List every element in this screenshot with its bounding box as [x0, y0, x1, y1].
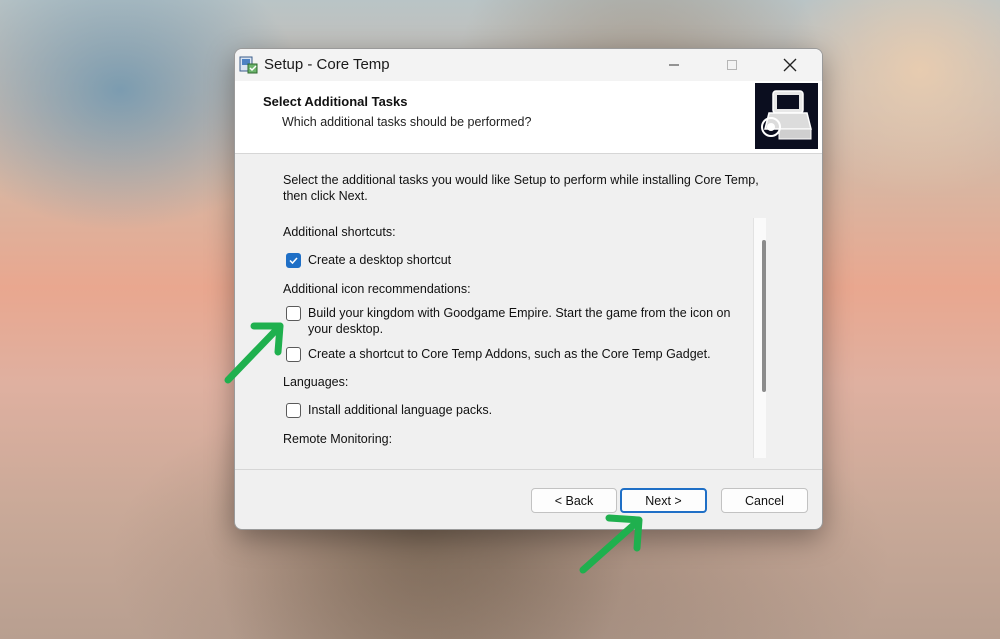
wizard-footer: < Back Next > Cancel [235, 469, 822, 529]
close-icon [783, 58, 797, 72]
setup-wizard-image [755, 83, 818, 149]
desktop-shortcut-checkbox[interactable] [286, 253, 301, 268]
task-label: Create a desktop shortcut [308, 253, 452, 267]
task-label: Create a shortcut to Core Temp Addons, s… [308, 347, 711, 361]
goodgame-empire-checkbox[interactable] [286, 306, 301, 321]
minimize-icon [669, 64, 679, 66]
setup-window: Setup - Core Temp Select Additional Task… [234, 48, 823, 530]
close-button[interactable] [761, 49, 819, 81]
page-title: Select Additional Tasks [263, 94, 408, 109]
wizard-header: Select Additional Tasks Which additional… [235, 81, 822, 154]
window-title: Setup - Core Temp [264, 56, 390, 73]
group-label-icon-recommendations: Additional icon recommendations: [283, 282, 471, 296]
page-subtitle: Which additional tasks should be perform… [282, 115, 532, 129]
title-bar[interactable]: Setup - Core Temp [235, 49, 822, 81]
installer-icon [239, 55, 259, 75]
minimize-button[interactable] [645, 49, 703, 81]
tasks-list[interactable]: Additional shortcuts: Create a desktop s… [279, 218, 755, 458]
checkmark-icon [289, 257, 298, 265]
language-packs-checkbox[interactable] [286, 403, 301, 418]
group-label-shortcuts: Additional shortcuts: [283, 225, 396, 239]
group-label-remote-monitoring: Remote Monitoring: [283, 432, 393, 446]
tasks-scrollbar[interactable] [753, 218, 766, 458]
wizard-content: Select the additional tasks you would li… [235, 154, 822, 469]
intro-text: Select the additional tasks you would li… [283, 173, 759, 203]
maximize-button [703, 49, 761, 81]
core-temp-addons-checkbox[interactable] [286, 347, 301, 362]
cancel-button[interactable]: Cancel [721, 488, 808, 513]
scrollbar-thumb[interactable] [762, 240, 766, 392]
arrow-annotation-icon [224, 322, 284, 384]
arrow-annotation-icon [579, 514, 643, 574]
task-label: Install additional language packs. [308, 403, 493, 417]
task-label: Build your kingdom with Goodgame Empire.… [308, 306, 731, 336]
group-label-languages: Languages: [283, 375, 349, 389]
maximize-icon [727, 60, 737, 70]
